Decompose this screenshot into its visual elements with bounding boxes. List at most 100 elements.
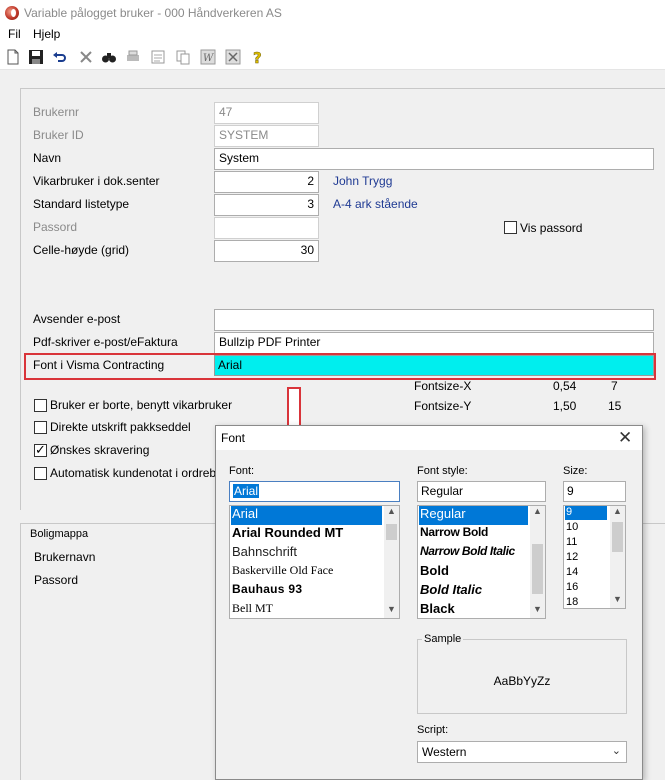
size-item-16[interactable]: 16 <box>565 581 578 595</box>
help-icon[interactable]: ? <box>249 48 267 66</box>
font-list-scrollbar[interactable]: ▲ ▼ <box>384 506 399 618</box>
fontsize-y-label: Fontsize-Y <box>414 399 472 413</box>
navn-field[interactable]: System <box>214 148 654 170</box>
skravering-checkbox[interactable] <box>34 442 47 458</box>
undo-icon[interactable] <box>51 48 69 66</box>
bolig-passord-label: Passord <box>34 573 79 587</box>
script-label: Script: <box>417 724 449 736</box>
font-item-bell[interactable]: Bell MT <box>231 601 273 618</box>
liste-field[interactable]: 3 <box>214 194 319 216</box>
font-field[interactable]: Arial <box>214 355 654 376</box>
font-style-input[interactable]: Regular <box>417 481 546 502</box>
passord-field <box>214 217 319 239</box>
size-item-9[interactable]: 9 <box>565 506 607 520</box>
pdf-label: Pdf-skriver e-post/eFaktura <box>33 335 178 349</box>
navn-label: Navn <box>33 151 62 165</box>
delete-icon[interactable] <box>77 48 95 66</box>
style-item-black[interactable]: Black <box>419 601 455 618</box>
chevron-down-icon: ⌄ <box>611 745 621 757</box>
font-item-baskerville[interactable]: Baskerville Old Face <box>231 563 333 582</box>
window-title: Variable pålogget bruker - 000 Håndverke… <box>24 6 282 20</box>
close-icon[interactable]: ✕ <box>618 428 632 448</box>
brukerid-field: SYSTEM <box>214 125 319 147</box>
size-list-scrollbar[interactable]: ▲ ▼ <box>610 506 625 608</box>
direkte-label: Direkte utskrift pakkseddel <box>50 420 191 434</box>
menu-help[interactable]: Hjelp <box>33 27 60 41</box>
font-label: Font i Visma Contracting <box>33 358 165 372</box>
kundenotat-checkbox[interactable] <box>34 467 47 480</box>
toolbar: W ? <box>0 44 665 70</box>
font-dialog-titlebar: Font ✕ <box>216 426 642 450</box>
pdf-printer-field[interactable]: Bullzip PDF Printer <box>214 332 654 354</box>
window-titlebar: Variable pålogget bruker - 000 Håndverke… <box>0 0 665 26</box>
font-name-label: Font: <box>229 465 255 477</box>
font-name-list[interactable]: Arial Arial Rounded MT Bahnschrift Baske… <box>229 505 400 619</box>
menu-bar: Fil Hjelp <box>0 26 665 44</box>
font-style-list[interactable]: Regular Narrow Bold Narrow Bold Italic B… <box>417 505 546 619</box>
font-style-label: Font style: <box>417 465 468 477</box>
sample-text: AaBbYyZz <box>493 674 551 688</box>
fontsize-y-points: 15 <box>608 399 622 413</box>
font-size-list[interactable]: 9 10 11 12 14 16 18 ▲ ▼ <box>563 505 626 609</box>
kundenotat-label: Automatisk kundenotat i ordreb <box>50 466 217 480</box>
fontsize-x-value: 0,54 <box>553 379 577 393</box>
vikar-label: Vikarbruker i dok.senter <box>33 174 160 188</box>
size-item-14[interactable]: 14 <box>565 566 578 580</box>
size-item-10[interactable]: 10 <box>565 521 578 535</box>
font-item-bauhaus[interactable]: Bauhaus 93 <box>231 582 302 601</box>
font-item-arial-rounded[interactable]: Arial Rounded MT <box>231 525 343 544</box>
size-item-12[interactable]: 12 <box>565 551 578 565</box>
celle-label: Celle-høyde (grid) <box>33 243 130 257</box>
size-item-18[interactable]: 18 <box>565 596 578 608</box>
style-item-narrow-bold-italic[interactable]: Narrow Bold Italic <box>419 544 515 563</box>
vikar-name-link[interactable]: John Trygg <box>333 174 392 188</box>
liste-name-link[interactable]: A-4 ark stående <box>333 197 418 211</box>
celle-field[interactable]: 30 <box>214 240 319 262</box>
style-item-bold[interactable]: Bold <box>419 563 449 582</box>
vis-passord-label: Vis passord <box>520 221 583 235</box>
fontsize-x-label: Fontsize-X <box>414 379 472 393</box>
font-dialog: Font ✕ Font: Arial Arial Arial Rounded M… <box>215 425 643 780</box>
borte-checkbox[interactable] <box>34 399 47 412</box>
bolig-brukernavn-label: Brukernavn <box>34 550 96 564</box>
style-list-scrollbar[interactable]: ▲ ▼ <box>530 506 545 618</box>
avsender-label: Avsender e-post <box>33 312 121 326</box>
vikar-field[interactable]: 2 <box>214 171 319 193</box>
script-select[interactable]: Western ⌄ <box>417 741 627 763</box>
copy-icon[interactable] <box>174 48 192 66</box>
word-icon[interactable]: W <box>199 48 217 66</box>
font-item-bahnschrift[interactable]: Bahnschrift <box>231 544 297 563</box>
style-item-narrow-bold[interactable]: Narrow Bold <box>419 525 488 544</box>
print-icon[interactable] <box>124 48 142 66</box>
font-size-input[interactable]: 9 <box>563 481 626 502</box>
font-item-arial[interactable]: Arial <box>231 506 382 525</box>
app-logo-icon <box>5 6 19 20</box>
font-size-label: Size: <box>563 465 588 477</box>
skravering-label: Ønskes skravering <box>50 443 150 457</box>
preview-icon[interactable] <box>149 48 167 66</box>
passord-label: Passord <box>33 220 78 234</box>
font-name-input-value: Arial <box>233 484 260 498</box>
fontsize-y-value: 1,50 <box>553 399 577 413</box>
vis-passord-checkbox[interactable] <box>504 221 517 234</box>
menu-file[interactable]: Fil <box>8 27 21 41</box>
brukernr-field: 47 <box>214 102 319 124</box>
avsender-field[interactable] <box>214 309 654 331</box>
fontsize-x-points: 7 <box>611 379 618 393</box>
new-icon[interactable] <box>4 48 22 66</box>
size-item-11[interactable]: 11 <box>565 536 577 550</box>
liste-label: Standard listetype <box>33 197 130 211</box>
svg-text:?: ? <box>253 49 262 65</box>
find-icon[interactable] <box>100 48 118 66</box>
sample-label: Sample <box>422 633 464 645</box>
font-dialog-title: Font <box>221 431 246 445</box>
boligmappa-title: Boligmappa <box>28 528 91 540</box>
direkte-checkbox[interactable] <box>34 421 47 434</box>
style-item-bold-italic[interactable]: Bold Italic <box>419 582 482 601</box>
script-select-value: Western <box>422 745 467 759</box>
borte-label: Bruker er borte, benytt vikarbruker <box>50 398 233 412</box>
save-icon[interactable] <box>27 48 45 66</box>
style-item-regular[interactable]: Regular <box>419 506 528 525</box>
font-name-input[interactable]: Arial <box>229 481 400 502</box>
excel-icon[interactable] <box>224 48 242 66</box>
